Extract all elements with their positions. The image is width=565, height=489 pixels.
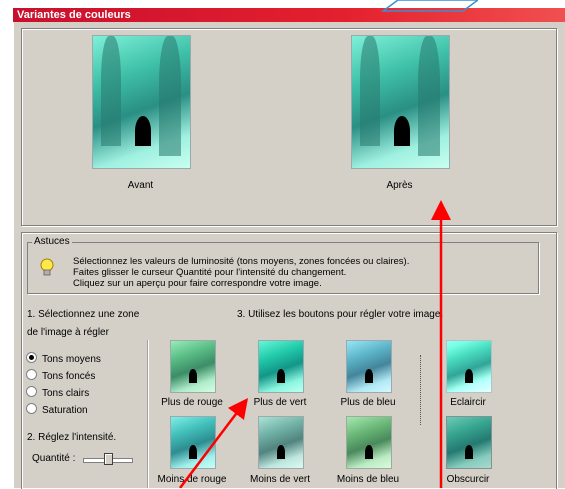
less-green-label[interactable]: Moins de vert [242, 474, 318, 485]
more-green-thumb[interactable] [258, 340, 304, 393]
zone-label: Saturation [42, 405, 88, 416]
after-label: Après [386, 180, 413, 191]
zone-highlights-radio[interactable]: Tons clairs [26, 386, 89, 400]
more-red-thumb[interactable] [170, 340, 216, 393]
after-image [351, 35, 450, 169]
zone-midtones-radio[interactable]: Tons moyens [26, 352, 101, 366]
less-green-thumb[interactable] [258, 416, 304, 469]
more-red-label[interactable]: Plus de rouge [154, 397, 230, 408]
zone-label: Tons clairs [42, 388, 90, 399]
radio-indicator [26, 386, 37, 397]
tips-text: Sélectionnez les valeurs de luminosité (… [73, 256, 409, 289]
dotted-divider [420, 355, 421, 425]
step2-label: 2. Réglez l'intensité. [27, 432, 117, 443]
step1-label: 1. Sélectionnez une zone de l'image à ré… [27, 308, 139, 340]
zone-shadows-radio[interactable]: Tons foncés [26, 369, 95, 383]
zone-saturation-radio[interactable]: Saturation [26, 403, 88, 417]
zone-label: Tons foncés [42, 371, 96, 382]
more-blue-label[interactable]: Plus de bleu [330, 397, 406, 408]
radio-indicator [26, 369, 37, 380]
lighten-label[interactable]: Eclaircir [430, 397, 506, 408]
tip-line: Sélectionnez les valeurs de luminosité (… [73, 256, 410, 267]
step1-line2: de l'image à régler [27, 327, 109, 338]
step1-line1: 1. Sélectionnez une zone [27, 309, 140, 320]
tip-line: Cliquez sur un aperçu pour faire corresp… [73, 278, 322, 289]
less-red-label[interactable]: Moins de rouge [154, 474, 230, 485]
step3-label: 3. Utilisez les boutons pour régler votr… [237, 309, 444, 320]
darken-thumb[interactable] [446, 416, 492, 469]
before-image [92, 35, 191, 169]
more-green-label[interactable]: Plus de vert [242, 397, 318, 408]
divider [147, 340, 149, 488]
tip-line: Faites glisser le curseur Quantité pour … [73, 267, 347, 278]
zone-label: Tons moyens [42, 354, 101, 365]
before-label: Avant [127, 180, 154, 191]
less-red-thumb[interactable] [170, 416, 216, 469]
radio-indicator [26, 352, 37, 363]
less-blue-thumb[interactable] [346, 416, 392, 469]
tips-legend: Astuces [32, 236, 72, 247]
decorative-logo [380, 0, 478, 12]
amount-label: Quantité : [32, 453, 76, 464]
radio-indicator [26, 403, 37, 414]
darken-label[interactable]: Obscurcir [430, 474, 506, 485]
less-blue-label[interactable]: Moins de bleu [330, 474, 406, 485]
lighten-thumb[interactable] [446, 340, 492, 393]
lightbulb-icon [40, 258, 54, 276]
more-blue-thumb[interactable] [346, 340, 392, 393]
amount-slider-thumb[interactable] [104, 453, 113, 465]
window-title: Variantes de couleurs [13, 8, 565, 22]
